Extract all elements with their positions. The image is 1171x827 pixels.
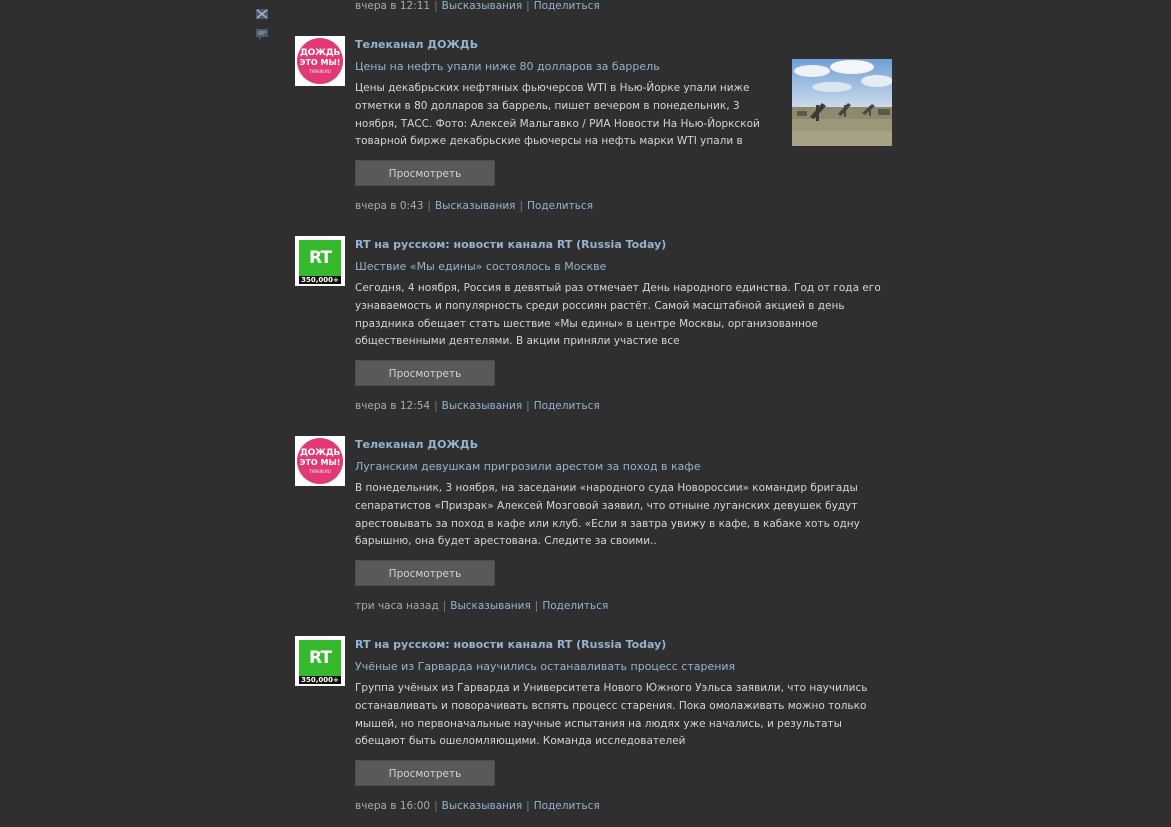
post-meta: вчера в 0:43 | Высказывания | Поделиться: [355, 200, 594, 212]
post-author[interactable]: RT на русском: новости канала RT (Russia…: [355, 237, 895, 253]
post-headline[interactable]: Шествие «Мы едины» состоялось в Москве: [355, 259, 895, 275]
avatar[interactable]: RT 350,000+: [295, 636, 345, 686]
rt-logo: RT: [299, 640, 341, 676]
comments-link[interactable]: Высказывания: [435, 200, 516, 212]
post-author[interactable]: Телеканал ДОЖДЬ: [355, 437, 895, 453]
post-time: вчера в 12:54: [355, 400, 431, 412]
previous-post-meta: вчера в 12:11 | Высказывания | Поделиться: [355, 0, 600, 12]
comments-link[interactable]: Высказывания: [442, 0, 523, 12]
logo-text: ДОЖДЬ: [299, 47, 341, 58]
avatar[interactable]: ДОЖДЬ ЭТО МЫ! TVRAIN.RU: [295, 436, 345, 486]
share-link[interactable]: Поделиться: [527, 200, 593, 212]
post-author[interactable]: RT на русском: новости канала RT (Russia…: [355, 637, 895, 653]
post-meta: три часа назад | Высказывания | Поделиться: [355, 600, 609, 612]
logo-text: TVRAIN.RU: [309, 468, 331, 474]
feed-post: ДОЖДЬ ЭТО МЫ! TVRAIN.RU Телеканал ДОЖДЬ …: [295, 36, 895, 236]
post-headline[interactable]: Луганским девушкам пригрозили арестом за…: [355, 459, 895, 475]
feed: ДОЖДЬ ЭТО МЫ! TVRAIN.RU Телеканал ДОЖДЬ …: [295, 36, 895, 827]
share-link[interactable]: Поделиться: [534, 0, 600, 12]
post-time: три часа назад: [355, 600, 439, 612]
view-button[interactable]: Просмотреть: [355, 160, 495, 186]
logo-text: ЭТО МЫ!: [299, 57, 341, 67]
news-feed-page: вчера в 12:11 | Высказывания | Поделиться ДО…: [0, 0, 1171, 827]
avatar[interactable]: RT 350,000+: [295, 236, 345, 286]
post-content: Телеканал ДОЖДЬ Цены на нефть упали ниже…: [355, 36, 895, 152]
view-button[interactable]: Просмотреть: [355, 760, 495, 786]
comments-link[interactable]: Высказывания: [450, 600, 531, 612]
view-button[interactable]: Просмотреть: [355, 360, 495, 386]
feed-post: ДОЖДЬ ЭТО МЫ! TVRAIN.RU Телеканал ДОЖДЬ …: [295, 436, 895, 636]
view-button[interactable]: Просмотреть: [355, 560, 495, 586]
dozhd-logo: ДОЖДЬ ЭТО МЫ! TVRAIN.RU: [297, 38, 343, 84]
post-body-row: Сегодня, 4 ноября, Россия в девятый раз …: [355, 280, 895, 352]
subscriber-count: 350,000+: [299, 276, 341, 284]
close-icon[interactable]: [255, 6, 269, 20]
post-time: вчера в 12:11: [355, 0, 431, 12]
post-headline[interactable]: Учёные из Гарварда научились останавлива…: [355, 659, 895, 675]
subscriber-count: 350,000+: [299, 676, 341, 684]
post-time: вчера в 16:00: [355, 800, 431, 812]
avatar[interactable]: ДОЖДЬ ЭТО МЫ! TVRAIN.RU: [295, 36, 345, 86]
post-text: Цены декабрьских нефтяных фьючерсов WTI …: [355, 82, 760, 148]
share-link[interactable]: Поделиться: [542, 600, 608, 612]
logo-text: ЭТО МЫ!: [299, 457, 341, 467]
comments-link[interactable]: Высказывания: [442, 400, 523, 412]
post-text: Сегодня, 4 ноября, Россия в девятый раз …: [355, 282, 881, 348]
rt-logo: RT: [299, 240, 341, 276]
share-link[interactable]: Поделиться: [534, 800, 600, 812]
post-content: Телеканал ДОЖДЬ Луганским девушкам пригр…: [355, 436, 895, 552]
post-text: Группа учёных из Гарварда и Университета…: [355, 682, 868, 748]
post-body-row: В понедельник, 3 ноября, на заседании «н…: [355, 480, 895, 552]
comment-icon[interactable]: [255, 26, 269, 40]
dozhd-logo: ДОЖДЬ ЭТО МЫ! TVRAIN.RU: [297, 438, 343, 484]
side-icons: [255, 6, 271, 46]
post-content: RT на русском: новости канала RT (Russia…: [355, 636, 895, 752]
logo-text: ДОЖДЬ: [299, 447, 341, 458]
post-thumbnail[interactable]: [792, 59, 892, 146]
post-meta: вчера в 16:00 | Высказывания | Поделиться: [355, 800, 600, 812]
feed-post: RT 350,000+ RT на русском: новости канал…: [295, 236, 895, 436]
post-content: RT на русском: новости канала RT (Russia…: [355, 236, 895, 352]
post-body-row: Группа учёных из Гарварда и Университета…: [355, 680, 895, 752]
post-time: вчера в 0:43: [355, 200, 424, 212]
post-author[interactable]: Телеканал ДОЖДЬ: [355, 37, 895, 53]
logo-text: RT: [309, 248, 332, 268]
comments-link[interactable]: Высказывания: [442, 800, 523, 812]
post-text: В понедельник, 3 ноября, на заседании «н…: [355, 482, 860, 548]
feed-post: RT 350,000+ RT на русском: новости канал…: [295, 636, 895, 827]
logo-text: TVRAIN.RU: [309, 68, 331, 74]
share-link[interactable]: Поделиться: [534, 400, 600, 412]
logo-text: RT: [309, 648, 332, 668]
post-meta: вчера в 12:54 | Высказывания | Поделиться: [355, 400, 600, 412]
